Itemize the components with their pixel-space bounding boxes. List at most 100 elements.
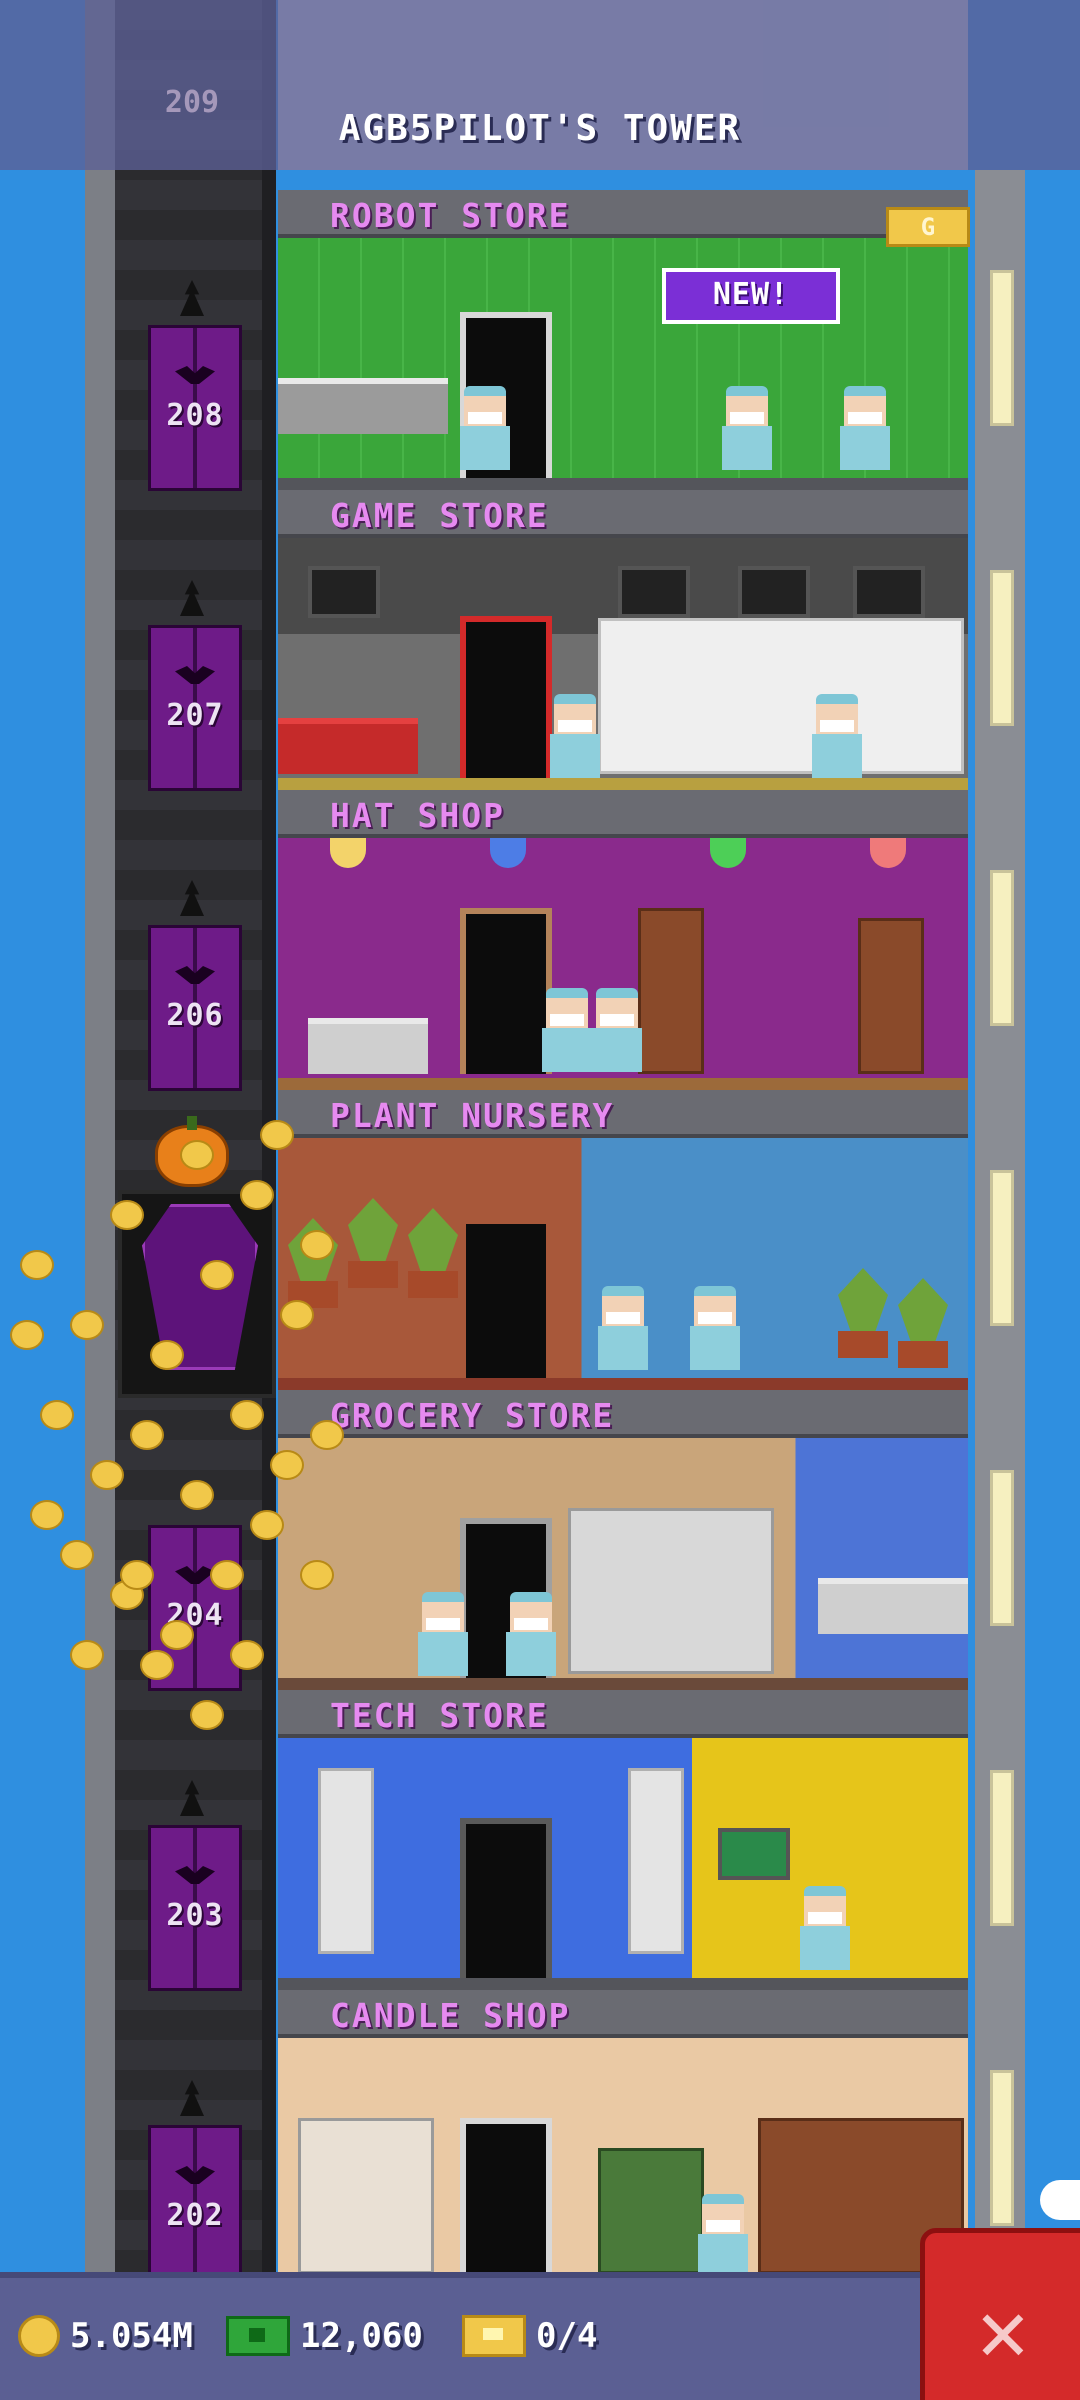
coin-icon <box>18 2315 60 2357</box>
deli-counter <box>818 1578 968 1634</box>
floor-room <box>278 1438 968 1684</box>
floor-room <box>278 238 968 478</box>
elevator-door-203[interactable]: 203 <box>148 1825 242 1991</box>
coin-icon <box>280 1300 314 1330</box>
floor-candle-shop[interactable]: CANDLE SHOP <box>278 1990 968 2290</box>
worker[interactable] <box>810 694 864 778</box>
coin-icon <box>310 1420 344 1450</box>
coin-icon <box>30 1500 64 1530</box>
bux-value: 12,060 <box>300 2316 423 2356</box>
floor-hat-shop[interactable]: HAT SHOP <box>278 790 968 1090</box>
worker[interactable] <box>540 988 594 1072</box>
elevator-door-208[interactable]: 208 <box>148 325 242 491</box>
ceiling-lamp <box>330 838 366 868</box>
floor-room <box>278 2038 968 2284</box>
wall-light <box>990 1470 1014 1626</box>
tech-screen <box>718 1828 790 1880</box>
cloud <box>1040 2180 1080 2220</box>
close-icon: ✕ <box>977 2281 1029 2381</box>
coin-icon <box>150 1340 184 1370</box>
coin-icon <box>190 1700 224 1730</box>
floor-number: 208 <box>166 398 224 433</box>
floor-header: TECH STORE <box>278 1690 968 1738</box>
floor-door <box>460 1218 552 1384</box>
coin-icon <box>140 1650 174 1680</box>
coin-icon <box>70 1310 104 1340</box>
coin-icon <box>240 1180 274 1210</box>
wall-light <box>990 1770 1014 1926</box>
g-badge[interactable]: G <box>886 207 970 247</box>
floor-baseboard <box>278 478 968 490</box>
worker[interactable] <box>696 2194 750 2278</box>
ticket-counter: 0/4 <box>462 2312 597 2360</box>
elevator-door-206[interactable]: 206 <box>148 925 242 1091</box>
tower-title: AGB5PILOT'S TOWER <box>338 108 742 149</box>
wall-frame <box>308 566 380 618</box>
floor-number: 202 <box>166 2198 224 2233</box>
close-button[interactable]: ✕ <box>920 2228 1080 2400</box>
coin-icon <box>250 1510 284 1540</box>
floor-plant-nursery[interactable]: PLANT NURSERY <box>278 1090 968 1390</box>
floor-number: 203 <box>166 1898 224 1933</box>
worker[interactable] <box>504 1592 558 1676</box>
floor-header: CANDLE SHOP <box>278 1990 968 2038</box>
bat-icon <box>175 366 215 384</box>
floor-name: PLANT NURSERY <box>330 1096 615 1135</box>
floor-door <box>460 1818 552 1984</box>
bat-icon <box>175 666 215 684</box>
coin-value: 5.054M <box>70 2316 193 2356</box>
potted-plant <box>898 1278 948 1368</box>
wall-frame <box>853 566 925 618</box>
coin-icon <box>180 1480 214 1510</box>
worker[interactable] <box>688 1286 742 1370</box>
coin-icon <box>70 1640 104 1670</box>
worker[interactable] <box>458 386 512 470</box>
wall-light <box>990 1170 1014 1326</box>
counter <box>278 378 448 434</box>
ticket-value: 0/4 <box>536 2316 598 2356</box>
floor-room <box>278 538 968 782</box>
floor-robot-store[interactable]: ROBOT STORE <box>278 190 968 490</box>
floor-header: PLANT NURSERY <box>278 1090 968 1138</box>
worker[interactable] <box>416 1592 470 1676</box>
floor-tech-store[interactable]: TECH STORE <box>278 1690 968 1990</box>
bat-icon <box>175 966 215 984</box>
counter <box>308 1018 428 1074</box>
potted-plant <box>838 1268 888 1358</box>
coin-icon <box>180 1140 214 1170</box>
floor-game-store[interactable]: GAME STORE <box>278 490 968 790</box>
elevator-door-207[interactable]: 207 <box>148 625 242 791</box>
floor-door <box>460 616 552 782</box>
grocery-fridge <box>568 1508 774 1674</box>
floor-name: ROBOT STORE <box>330 196 571 235</box>
coin-icon <box>90 1460 124 1490</box>
game-screen: ROBOT STORE GAME STORE HAT SHOP PLANT NU… <box>0 0 1080 2400</box>
wall-light <box>990 270 1014 426</box>
worker[interactable] <box>548 694 602 778</box>
worker[interactable] <box>838 386 892 470</box>
ticket-icon <box>462 2315 526 2357</box>
floor-grocery-store[interactable]: GROCERY STORE <box>278 1390 968 1690</box>
candle-display <box>598 2148 704 2274</box>
floor-name: GROCERY STORE <box>330 1396 615 1435</box>
tower-left-wall <box>85 0 115 2280</box>
worker[interactable] <box>590 988 644 1072</box>
floor-door <box>460 908 552 1074</box>
coin-icon <box>120 1560 154 1590</box>
display-pillar <box>318 1768 374 1954</box>
floor-baseboard <box>278 778 968 790</box>
coin-icon <box>200 1260 234 1290</box>
elevator-door-202[interactable]: 202 <box>148 2125 242 2291</box>
worker[interactable] <box>798 1886 852 1970</box>
floor-room <box>278 838 968 1078</box>
floor-baseboard <box>278 1378 968 1390</box>
wall-light <box>990 2070 1014 2226</box>
floor-header: GAME STORE <box>278 490 968 538</box>
coin-icon <box>130 1420 164 1450</box>
potted-plant <box>348 1198 398 1288</box>
coin-icon <box>260 1120 294 1150</box>
ceiling-lamp <box>870 838 906 868</box>
worker[interactable] <box>596 1286 650 1370</box>
wall-light <box>990 570 1014 726</box>
worker[interactable] <box>720 386 774 470</box>
